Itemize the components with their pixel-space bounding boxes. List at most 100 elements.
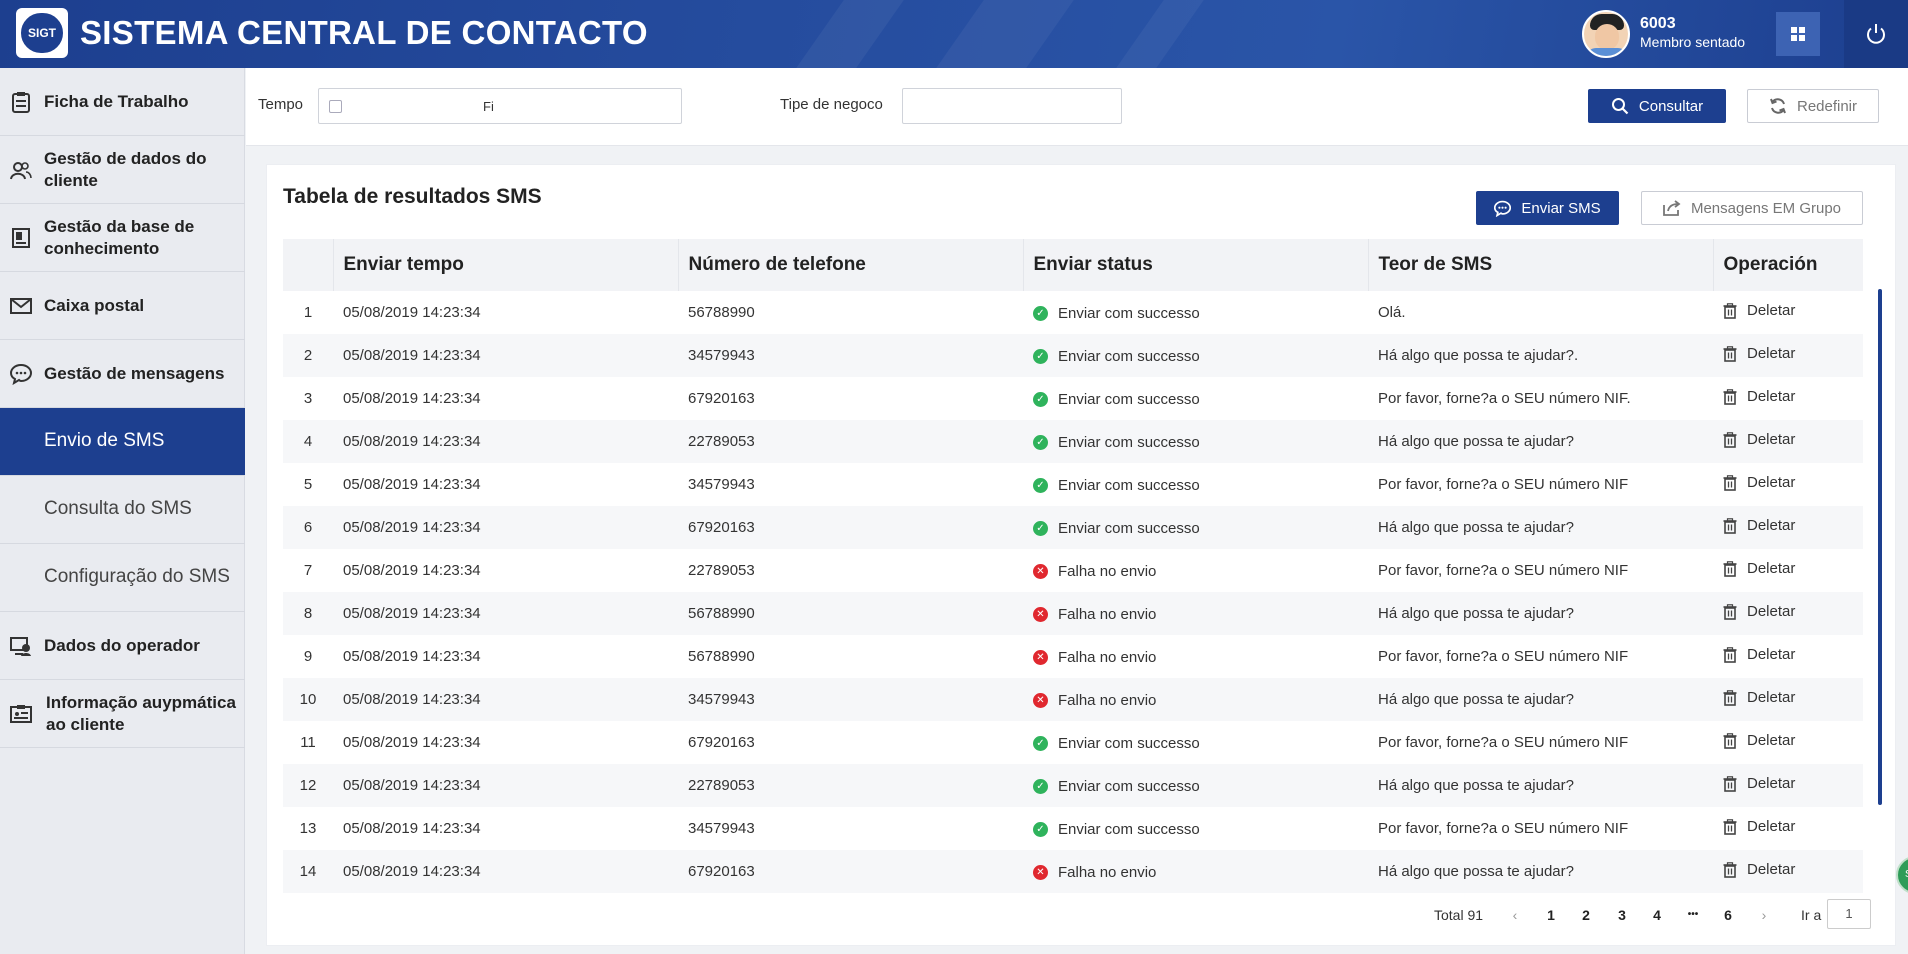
sidebar-item-label: Gestão de dados do cliente <box>44 149 207 190</box>
sidebar-item-operador[interactable]: Dados do operador <box>0 612 245 680</box>
page-ellipsis[interactable]: ••• <box>1682 899 1704 931</box>
table-row: 8 05/08/2019 14:23:34 56788990 ✕ Falha no en… <box>283 592 1863 635</box>
goto-page-input[interactable]: 1 <box>1827 899 1871 929</box>
row-number: 2 <box>303 347 313 364</box>
enviar-sms-label: Enviar SMS <box>1521 199 1601 217</box>
sidebar-item-clientes[interactable]: Gestão de dados do cliente <box>0 136 245 204</box>
page-button[interactable]: 4 <box>1646 899 1668 931</box>
delete-action[interactable]: Deletar <box>1713 377 1863 420</box>
send-time: 05/08/2019 14:23:34 <box>343 562 481 579</box>
apps-grid-button[interactable] <box>1776 12 1820 56</box>
x-circle-icon: ✕ <box>1033 693 1048 709</box>
power-icon <box>1867 24 1885 44</box>
sms-content: Há algo que possa te ajudar? <box>1378 519 1574 536</box>
delete-label: Deletar <box>1747 388 1796 406</box>
panel-title: Tabela de resultados SMS <box>283 185 542 208</box>
delete-label: Deletar <box>1747 775 1796 793</box>
avatar[interactable] <box>1582 10 1630 58</box>
delete-action[interactable]: Deletar <box>1713 635 1863 678</box>
table-row: 12 05/08/2019 14:23:34 22789053 ✓ Enviar com… <box>283 764 1863 807</box>
check-circle-icon: ✓ <box>1033 822 1048 838</box>
sidebar-item-informacao[interactable]: Informação auypmática ao cliente <box>0 680 245 748</box>
delete-action[interactable]: Deletar <box>1713 506 1863 549</box>
page-button[interactable]: 6 <box>1717 899 1739 931</box>
delete-label: Deletar <box>1747 474 1796 492</box>
sms-content: Há algo que possa te ajudar? <box>1378 605 1574 622</box>
delete-action[interactable]: Deletar <box>1713 549 1863 592</box>
status-text: Falha no envio <box>1058 606 1157 624</box>
status-text: Enviar com successo <box>1058 821 1200 839</box>
table-row: 4 05/08/2019 14:23:34 22789053 ✓ Enviar com … <box>283 420 1863 463</box>
next-page-icon[interactable]: › <box>1753 899 1775 931</box>
x-circle-icon: ✕ <box>1033 564 1048 580</box>
page-button[interactable]: 1 <box>1540 899 1562 931</box>
prev-page-icon[interactable]: ‹ <box>1504 899 1526 931</box>
delete-action[interactable]: Deletar <box>1713 807 1863 850</box>
sidebar-item-label: Configuração do SMS <box>44 566 230 587</box>
tempo-label: Tempo <box>258 96 304 113</box>
sms-content: Há algo que possa te ajudar?. <box>1378 347 1579 364</box>
send-status: ✓ Enviar com successo <box>1023 807 1368 850</box>
table-row: 11 05/08/2019 14:23:34 67920163 ✓ Enviar com… <box>283 721 1863 764</box>
trash-icon <box>1723 732 1737 749</box>
delete-action[interactable]: Deletar <box>1713 764 1863 807</box>
table-scrollbar[interactable] <box>1878 289 1882 805</box>
send-time: 05/08/2019 14:23:34 <box>343 605 481 622</box>
pagination-total: Total 91 <box>1434 907 1484 923</box>
tempo-date-range-input[interactable]: Fi <box>318 88 682 124</box>
delete-action[interactable]: Deletar <box>1713 592 1863 635</box>
sidebar-item-label: Caixa postal <box>44 296 145 315</box>
sidebar-item-conhecimento[interactable]: Gestão da base de conhecimento <box>0 204 245 272</box>
x-circle-icon: ✕ <box>1033 650 1048 666</box>
sidebar-item-consulta-sms[interactable]: Consulta do SMS <box>0 476 245 544</box>
floating-widget[interactable]: S <box>1896 856 1908 894</box>
table-row: 2 05/08/2019 14:23:34 34579943 ✓ Enviar com … <box>283 334 1863 377</box>
clipboard-icon <box>12 92 30 113</box>
tempo-value: Fi <box>483 99 494 114</box>
row-number: 11 <box>300 734 316 751</box>
delete-action[interactable]: Deletar <box>1713 463 1863 506</box>
send-status: ✕ Falha no envio <box>1023 850 1368 893</box>
mensagens-em-grupo-button[interactable]: Mensagens EM Grupo <box>1641 191 1863 225</box>
delete-action[interactable]: Deletar <box>1713 291 1863 334</box>
send-time: 05/08/2019 14:23:34 <box>343 734 481 751</box>
chat-icon <box>1494 200 1512 217</box>
page-button[interactable]: 2 <box>1575 899 1597 931</box>
sidebar-item-caixa-postal[interactable]: Caixa postal <box>0 272 245 340</box>
table-row: 6 05/08/2019 14:23:34 67920163 ✓ Enviar com … <box>283 506 1863 549</box>
phone-number: 22789053 <box>688 562 755 579</box>
row-number: 9 <box>303 648 313 665</box>
delete-action[interactable]: Deletar <box>1713 678 1863 721</box>
results-panel: Tabela de resultados SMS Enviar SMS Mens… <box>266 164 1896 946</box>
filter-bar: Tempo Fi Tipe de negoco Consultar Redefi… <box>246 68 1908 146</box>
logout-button[interactable] <box>1844 0 1908 68</box>
sms-content: Há algo que possa te ajudar? <box>1378 863 1574 880</box>
app-logo: SIGT <box>16 8 68 58</box>
sidebar-item-ficha[interactable]: Ficha de Trabalho <box>0 68 245 136</box>
search-icon <box>1611 98 1629 115</box>
mail-icon <box>10 298 32 314</box>
row-number: 1 <box>303 304 313 321</box>
redefinir-button[interactable]: Redefinir <box>1747 89 1879 123</box>
send-status: ✓ Enviar com successo <box>1023 420 1368 463</box>
sidebar-item-configuracao-sms[interactable]: Configuração do SMS <box>0 544 245 612</box>
trash-icon <box>1723 775 1737 792</box>
delete-action[interactable]: Deletar <box>1713 850 1863 893</box>
tipe-negoco-label: Tipe de negoco <box>780 96 883 113</box>
row-number: 14 <box>299 863 317 880</box>
sidebar-item-envio-sms[interactable]: Envio de SMS <box>0 408 245 476</box>
sidebar-item-label: Gestão da base de conhecimento <box>44 217 195 258</box>
sidebar-item-mensagens[interactable]: Gestão de mensagens <box>0 340 245 408</box>
trash-icon <box>1723 388 1737 405</box>
check-circle-icon: ✓ <box>1033 736 1048 752</box>
delete-action[interactable]: Deletar <box>1713 721 1863 764</box>
phone-number: 67920163 <box>688 863 755 880</box>
trash-icon <box>1723 603 1737 620</box>
column-header <box>283 239 333 291</box>
page-button[interactable]: 3 <box>1611 899 1633 931</box>
delete-action[interactable]: Deletar <box>1713 420 1863 463</box>
delete-action[interactable]: Deletar <box>1713 334 1863 377</box>
consultar-button[interactable]: Consultar <box>1588 89 1726 123</box>
tipe-negoco-input[interactable] <box>902 88 1122 124</box>
enviar-sms-button[interactable]: Enviar SMS <box>1476 191 1619 225</box>
